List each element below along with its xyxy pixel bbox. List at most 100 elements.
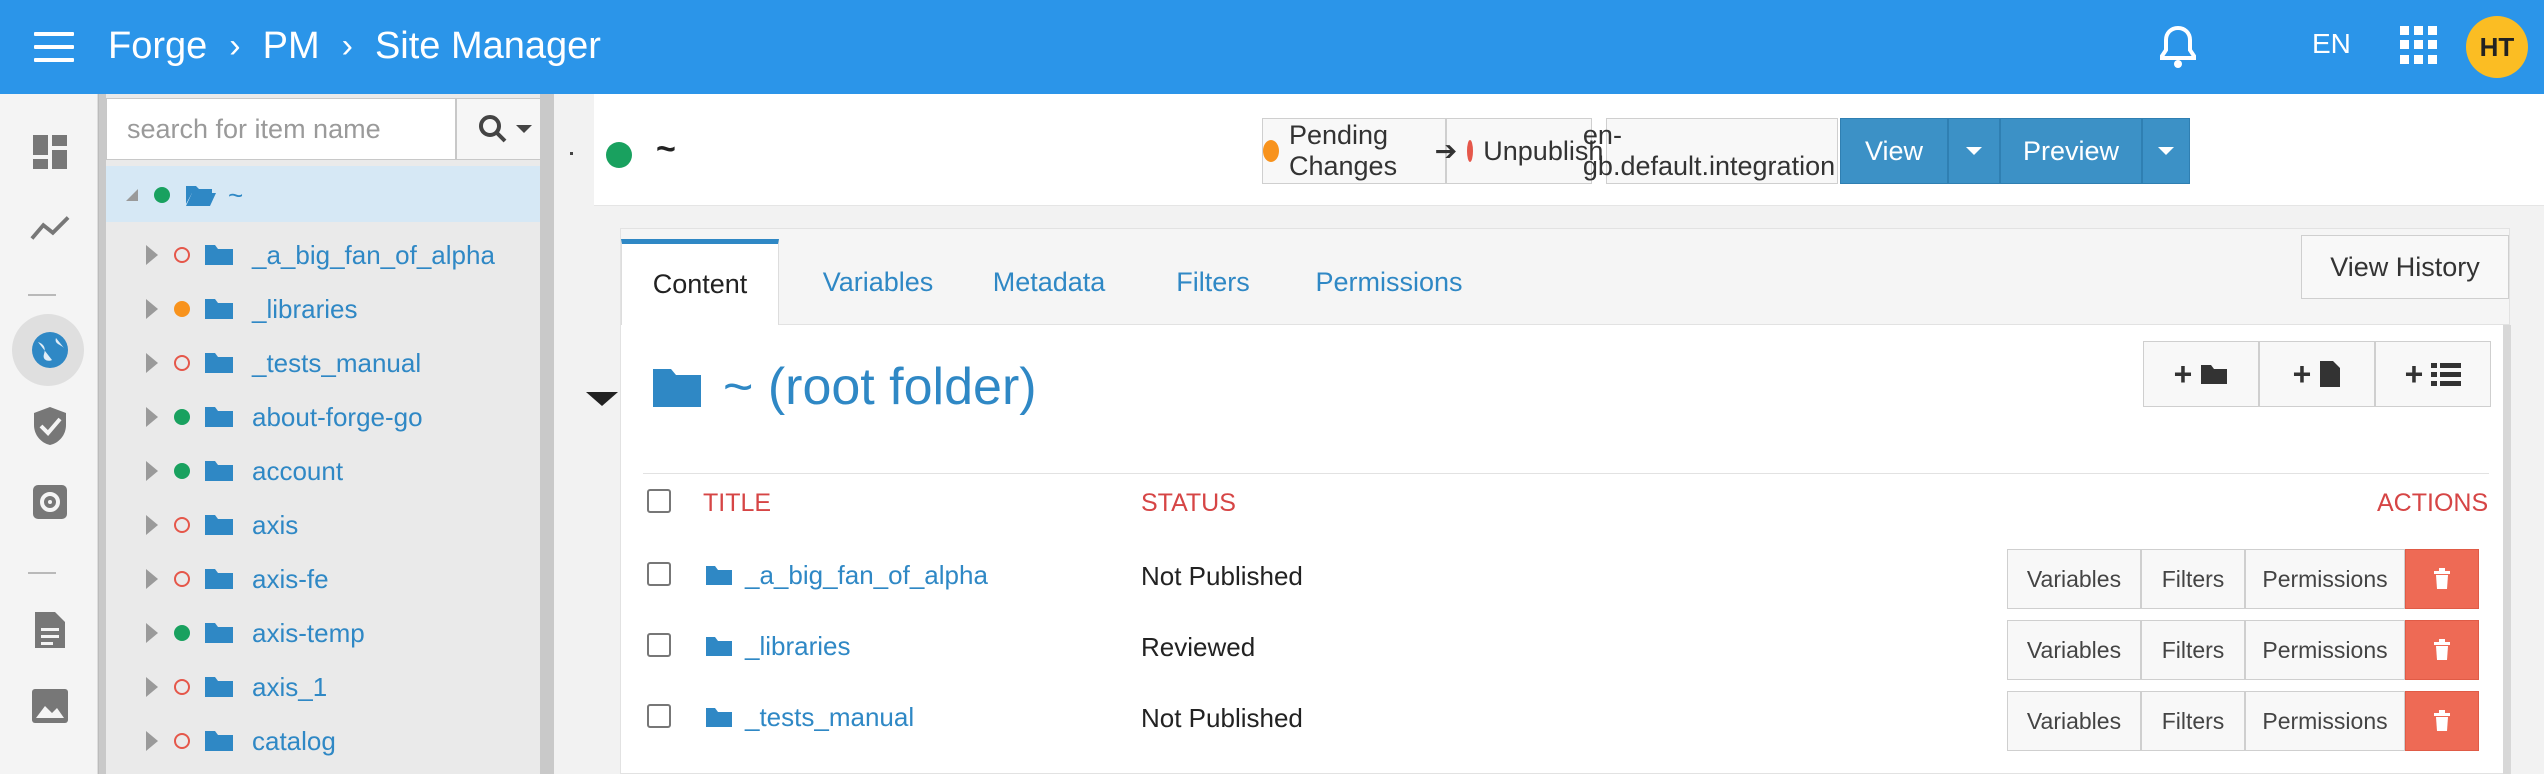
divider	[643, 473, 2489, 474]
nav-divider	[28, 572, 56, 574]
breadcrumb-site-manager[interactable]: Site Manager	[375, 25, 601, 68]
tree-item-label: _libraries	[252, 293, 358, 324]
collapsed-caret-icon[interactable]	[146, 353, 158, 373]
row-filters-button[interactable]: Filters	[2141, 549, 2245, 609]
tree-item[interactable]: axis-temp	[106, 606, 540, 660]
status-dot-red	[174, 517, 190, 533]
collapsed-caret-icon[interactable]	[146, 515, 158, 535]
folder-icon	[205, 731, 233, 751]
collapsed-caret-icon[interactable]	[146, 245, 158, 265]
status-dot-green	[174, 409, 190, 425]
row-title-link[interactable]: _libraries	[705, 628, 851, 664]
chevron-down-icon	[516, 125, 532, 133]
view-button[interactable]: View	[1840, 118, 1948, 184]
row-variables-button[interactable]: Variables	[2007, 691, 2141, 751]
settings-icon[interactable]	[30, 482, 70, 522]
avatar[interactable]: HT	[2466, 16, 2528, 78]
dashboard-icon[interactable]	[30, 132, 70, 172]
breadcrumb: Forge › PM › Site Manager	[108, 20, 601, 72]
tree-item[interactable]: axis_1	[106, 660, 540, 714]
row-filters-button[interactable]: Filters	[2141, 620, 2245, 680]
collapsed-caret-icon[interactable]	[146, 731, 158, 751]
tab-permissions[interactable]: Permissions	[1291, 239, 1487, 325]
trash-icon	[2434, 639, 2450, 660]
add-list-button[interactable]: +	[2375, 341, 2491, 407]
breadcrumb-pm[interactable]: PM	[263, 25, 320, 68]
tree-item[interactable]: axis-fe	[106, 552, 540, 606]
row-title-link[interactable]: _tests_manual	[705, 699, 914, 735]
menu-icon[interactable]	[34, 32, 74, 62]
panel-resize-handle[interactable]	[570, 152, 573, 155]
status-dot-orange	[174, 301, 190, 317]
tree-item[interactable]: about-forge-go	[106, 390, 540, 444]
row-variables-button[interactable]: Variables	[2007, 549, 2141, 609]
tree-item[interactable]: account	[106, 444, 540, 498]
tab-metadata[interactable]: Metadata	[973, 239, 1125, 325]
row-delete-button[interactable]	[2405, 691, 2479, 751]
chevron-down-icon	[2158, 147, 2174, 155]
folder-icon	[2201, 365, 2228, 384]
collapsed-caret-icon[interactable]	[146, 677, 158, 697]
item-menu-dropdown-icon[interactable]	[586, 392, 618, 406]
tab-variables[interactable]: Variables	[795, 239, 961, 325]
expanded-caret-icon	[126, 189, 138, 201]
image-icon[interactable]	[30, 686, 70, 726]
tree-scrollbar-left[interactable]	[98, 94, 106, 774]
collapsed-caret-icon[interactable]	[146, 569, 158, 589]
collapsed-caret-icon[interactable]	[146, 623, 158, 643]
search-input[interactable]: search for item name	[106, 98, 456, 160]
globe-icon[interactable]	[30, 330, 70, 370]
row-checkbox[interactable]	[647, 562, 671, 586]
collapsed-caret-icon[interactable]	[146, 299, 158, 319]
open-folder-icon	[186, 186, 216, 206]
add-file-button[interactable]: +	[2259, 341, 2375, 407]
add-folder-button[interactable]: +	[2143, 341, 2259, 407]
row-checkbox[interactable]	[647, 704, 671, 728]
unpublish-button[interactable]: ➔ Unpublish	[1435, 118, 1603, 184]
document-icon[interactable]	[30, 610, 70, 650]
view-history-button[interactable]: View History	[2301, 235, 2509, 299]
row-title-link[interactable]: _a_big_fan_of_alpha	[705, 557, 988, 593]
environment-select[interactable]: en-gb.default.integration	[1583, 118, 1862, 184]
row-delete-button[interactable]	[2405, 620, 2479, 680]
tree-item-label: account	[252, 455, 344, 486]
preview-dropdown-button[interactable]	[2142, 118, 2190, 184]
tree-scrollbar-right[interactable]	[540, 94, 554, 774]
preview-button[interactable]: Preview	[2000, 118, 2142, 184]
language-selector[interactable]: EN	[2312, 28, 2351, 60]
tree-item-label: catalog	[252, 725, 336, 756]
tree-item-label: about-forge-go	[252, 401, 423, 432]
row-permissions-button[interactable]: Permissions	[2245, 691, 2405, 751]
collapsed-caret-icon[interactable]	[146, 407, 158, 427]
tree-item[interactable]: axis	[106, 498, 540, 552]
row-actions: Variables Filters Permissions	[2007, 620, 2479, 680]
tab-content[interactable]: Content	[621, 239, 779, 325]
tree-item[interactable]: _a_big_fan_of_alpha	[106, 228, 540, 282]
add-actions: + + +	[2143, 341, 2491, 407]
tree-item[interactable]: _tests_manual	[106, 336, 540, 390]
row-delete-button[interactable]	[2405, 549, 2479, 609]
select-all-checkbox[interactable]	[647, 489, 671, 513]
breadcrumb-forge[interactable]: Forge	[108, 25, 207, 68]
pending-changes-button[interactable]: Pending Changes	[1262, 118, 1446, 184]
status-dot-red	[174, 733, 190, 749]
analytics-icon[interactable]	[30, 208, 70, 248]
row-permissions-button[interactable]: Permissions	[2245, 620, 2405, 680]
shield-check-icon[interactable]	[30, 406, 70, 446]
collapsed-caret-icon[interactable]	[146, 461, 158, 481]
content-scrollbar[interactable]	[2503, 325, 2511, 774]
page-title: ~ (root folder)	[651, 347, 1037, 427]
status-dot-red	[174, 679, 190, 695]
tab-filters[interactable]: Filters	[1153, 239, 1273, 325]
tree-item[interactable]: _libraries	[106, 282, 540, 336]
row-permissions-button[interactable]: Permissions	[2245, 549, 2405, 609]
row-checkbox[interactable]	[647, 633, 671, 657]
tree-item[interactable]: catalog	[106, 714, 540, 768]
tree-root-node[interactable]: ~	[106, 166, 540, 222]
row-variables-button[interactable]: Variables	[2007, 620, 2141, 680]
row-filters-button[interactable]: Filters	[2141, 691, 2245, 751]
view-dropdown-button[interactable]	[1948, 118, 2000, 184]
apps-grid-icon[interactable]	[2400, 26, 2438, 64]
notifications-bell-icon[interactable]	[2158, 24, 2198, 70]
trash-icon	[2434, 568, 2450, 589]
